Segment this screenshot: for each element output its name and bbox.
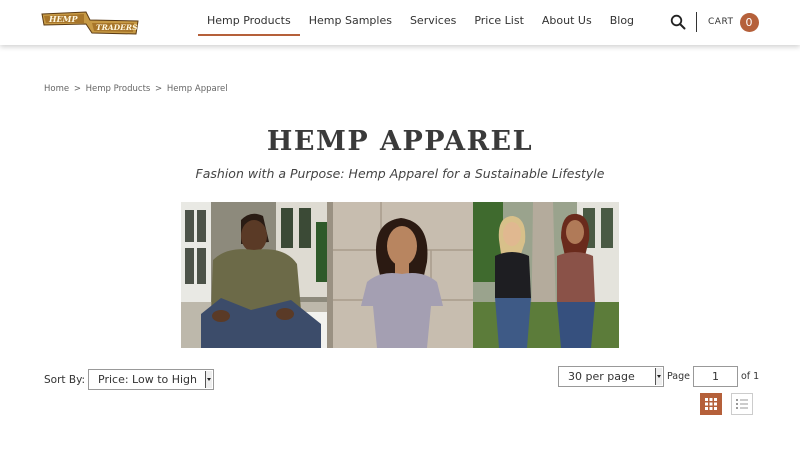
breadcrumb-home[interactable]: Home — [44, 84, 69, 94]
page-label: Page — [667, 371, 690, 382]
breadcrumb-hemp-products[interactable]: Hemp Products — [86, 84, 151, 94]
search-icon[interactable] — [670, 14, 686, 30]
per-page-value: 30 per page — [568, 370, 635, 383]
nav-item-blog[interactable]: Blog — [601, 0, 643, 36]
nav-item-hemp-samples[interactable]: Hemp Samples — [300, 0, 401, 36]
page-total-label: of 1 — [741, 371, 760, 382]
nav-item-about-us[interactable]: About Us — [533, 0, 601, 36]
banner-panel-two-women — [473, 202, 619, 348]
svg-text:HEMP: HEMP — [48, 14, 79, 24]
svg-text:TRADERS: TRADERS — [96, 23, 138, 32]
apparel-banner-image — [181, 202, 619, 348]
nav-item-price-list[interactable]: Price List — [465, 0, 533, 36]
hemp-traders-logo[interactable]: HEMP TRADERS — [40, 10, 140, 36]
grid-view-button[interactable] — [700, 393, 722, 415]
cart-label: CART — [708, 17, 734, 27]
sort-by-select[interactable]: Price: Low to High — [88, 369, 214, 390]
page-number-input[interactable]: 1 — [693, 366, 738, 387]
breadcrumb: Home > Hemp Products > Hemp Apparel — [44, 84, 228, 94]
sort-by-label: Sort By: — [44, 374, 86, 386]
page-title: HEMP APPAREL — [266, 126, 534, 157]
chevron-down-icon — [655, 368, 662, 385]
nav-item-services[interactable]: Services — [401, 0, 465, 36]
breadcrumb-current: Hemp Apparel — [166, 84, 228, 94]
breadcrumb-separator: > — [73, 84, 81, 94]
cart-button[interactable]: CART 0 — [708, 12, 759, 32]
list-view-icon — [736, 399, 748, 409]
grid-view-icon — [705, 398, 717, 410]
list-view-button[interactable] — [731, 393, 753, 415]
banner-panel-man — [181, 202, 327, 348]
header-divider — [696, 12, 697, 32]
page-subtitle: Fashion with a Purpose: Hemp Apparel for… — [195, 166, 605, 181]
main-nav: Hemp Products Hemp Samples Services Pric… — [198, 0, 643, 45]
sort-by-value: Price: Low to High — [98, 373, 198, 386]
site-header: HEMP TRADERS Hemp Products Hemp Samples … — [0, 0, 800, 45]
cart-count-badge: 0 — [739, 12, 759, 32]
breadcrumb-separator: > — [155, 84, 163, 94]
banner-panel-woman — [327, 202, 473, 348]
nav-item-hemp-products[interactable]: Hemp Products — [198, 0, 300, 36]
per-page-select[interactable]: 30 per page — [558, 366, 664, 387]
chevron-down-icon — [205, 371, 212, 388]
